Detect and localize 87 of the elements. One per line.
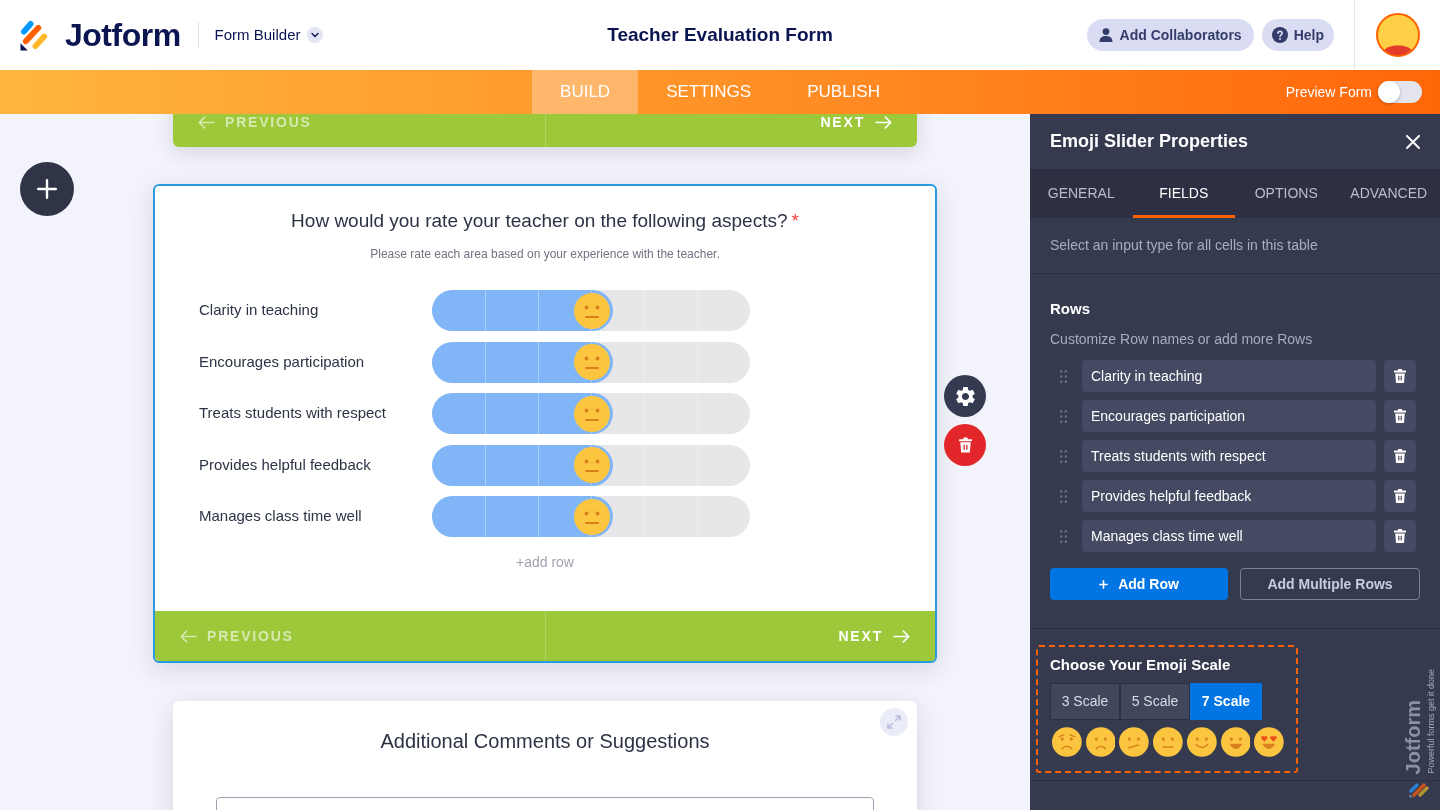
row-name-field[interactable]: Encourages participation <box>1082 400 1376 432</box>
slider-track[interactable] <box>432 341 750 383</box>
arrow-left-icon <box>180 629 197 643</box>
delete-row-button[interactable] <box>1384 360 1416 392</box>
help-button[interactable]: Help <box>1261 19 1334 51</box>
neutral-face-icon <box>1153 727 1183 757</box>
slider-track[interactable] <box>432 393 750 434</box>
row-name-field[interactable]: Manages class time well <box>1082 520 1376 552</box>
arrow-right-icon <box>875 115 892 129</box>
close-icon[interactable] <box>1406 134 1420 149</box>
slider-track[interactable] <box>432 444 750 486</box>
row-label: Treats students with respect <box>199 403 388 424</box>
panel-title: Emoji Slider Properties <box>1050 130 1249 153</box>
delete-row-button[interactable] <box>1384 440 1416 472</box>
help-icon <box>1271 27 1288 43</box>
row-name-field[interactable]: Provides helpful feedback <box>1082 480 1376 512</box>
row-label: Encourages participation <box>199 351 366 372</box>
row-label: Provides helpful feedback <box>199 454 372 475</box>
confused-face-icon <box>1119 727 1150 757</box>
panel-tab[interactable]: OPTIONS <box>1235 169 1338 218</box>
neutral-face-icon[interactable] <box>574 395 611 432</box>
add-element-button[interactable] <box>20 162 74 216</box>
panel-tab[interactable]: FIELDS <box>1132 169 1235 218</box>
delete-button[interactable] <box>944 424 986 466</box>
chevron-down-icon <box>307 27 324 43</box>
delete-row-button[interactable] <box>1384 480 1416 512</box>
slider-track[interactable] <box>432 496 750 537</box>
expand-icon[interactable] <box>880 708 908 736</box>
form-title: Teacher Evaluation Form <box>607 22 833 47</box>
drag-handle-icon[interactable] <box>1060 449 1067 463</box>
frown-face-icon <box>1085 727 1116 757</box>
logo-text: Jotform <box>65 19 181 51</box>
rows-heading: Rows <box>1050 299 1091 319</box>
rows-hint: Customize Row names or add more Rows <box>1050 330 1314 349</box>
required-mark: * <box>791 209 799 233</box>
preview-toggle[interactable] <box>1378 81 1422 103</box>
delete-row-button[interactable] <box>1384 520 1416 552</box>
plus-icon <box>37 179 57 199</box>
gear-icon <box>955 386 975 406</box>
preview-form-label: Preview Form <box>1285 82 1372 102</box>
neutral-face-icon[interactable] <box>574 344 611 380</box>
panel-hint: Select an input type for all cells in this table <box>1050 236 1318 255</box>
question-title: How would you rate your teacher on the following aspects? <box>291 209 788 233</box>
question-title: Additional Comments or Suggestions <box>380 729 710 754</box>
scale-heading: Choose Your Emoji Scale <box>1050 655 1232 675</box>
add-collaborators-button[interactable]: Add Collaborators <box>1086 19 1254 51</box>
plus-icon <box>1099 579 1109 589</box>
question-subtitle: Please rate each area based on your experience with the teacher. <box>370 246 720 262</box>
brand-tagline: Powerful forms get it done <box>1426 669 1436 774</box>
brand-name: Jotform <box>1402 699 1424 774</box>
scale-option[interactable]: 7 Scale <box>1190 683 1262 720</box>
neutral-face-icon[interactable] <box>574 498 611 535</box>
trash-icon <box>1394 369 1406 383</box>
trash-icon <box>1394 489 1406 503</box>
grin-face-icon <box>1220 727 1251 757</box>
trash-icon <box>958 437 972 453</box>
arrow-left-icon <box>198 115 215 129</box>
row-name-field[interactable]: Clarity in teaching <box>1082 360 1376 392</box>
arrow-right-icon <box>893 629 910 643</box>
add-row-button[interactable]: Add Row <box>1050 568 1228 600</box>
panel-tab[interactable]: ADVANCED <box>1337 169 1440 218</box>
logo-icon[interactable] <box>20 19 49 51</box>
scale-option[interactable]: 3 Scale <box>1050 683 1120 720</box>
row-label: Manages class time well <box>199 506 363 527</box>
slider-track[interactable] <box>432 290 750 331</box>
trash-icon <box>1394 529 1406 543</box>
avatar-icon[interactable] <box>1376 13 1420 57</box>
add-multiple-rows-button[interactable]: Add Multiple Rows <box>1240 568 1420 600</box>
drag-handle-icon[interactable] <box>1060 489 1067 503</box>
row-name-field[interactable]: Treats students with respect <box>1082 440 1376 472</box>
panel-tab[interactable]: GENERAL <box>1030 169 1133 218</box>
neutral-face-icon[interactable] <box>574 292 611 329</box>
row-label: Clarity in teaching <box>199 300 320 321</box>
product-dropdown[interactable]: Form Builder <box>214 23 324 47</box>
drag-handle-icon[interactable] <box>1060 529 1067 543</box>
drag-handle-icon[interactable] <box>1060 409 1067 423</box>
delete-row-button[interactable] <box>1384 400 1416 432</box>
settings-button[interactable] <box>944 375 986 417</box>
scale-option[interactable]: 5 Scale <box>1120 683 1190 720</box>
trash-icon <box>1394 449 1406 463</box>
worried-face-icon <box>1052 727 1082 757</box>
neutral-face-icon[interactable] <box>574 447 611 483</box>
smile-face-icon <box>1186 727 1217 757</box>
trash-icon <box>1394 409 1406 423</box>
drag-handle-icon[interactable] <box>1060 369 1067 383</box>
person-icon <box>1098 28 1113 42</box>
heart-eyes-face-icon <box>1254 727 1285 757</box>
